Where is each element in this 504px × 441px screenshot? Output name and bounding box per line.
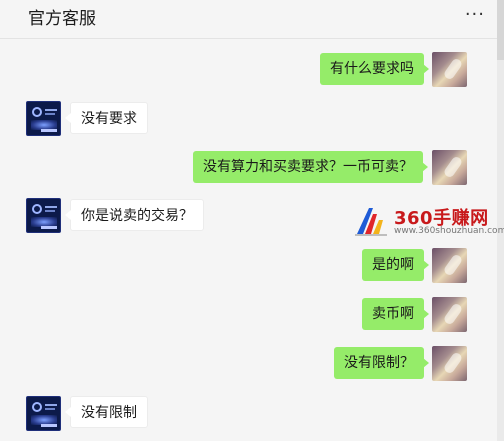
self-avatar[interactable] xyxy=(432,346,467,381)
message-bubble-self[interactable]: 没有限制？ xyxy=(334,347,429,379)
message-bubble-other[interactable]: 没有要求 xyxy=(65,102,148,134)
watermark: 360手赚网 www.360shouzhuan.com xyxy=(353,204,504,238)
self-avatar[interactable] xyxy=(432,52,467,87)
message-bubble-self[interactable]: 没有算力和买卖要求？一币可卖？ xyxy=(193,151,428,183)
scrollbar-thumb[interactable] xyxy=(497,0,504,60)
self-avatar[interactable] xyxy=(432,297,467,332)
message-bubble-self[interactable]: 卖币啊 xyxy=(362,298,429,330)
more-options-icon[interactable]: ··· xyxy=(465,4,485,25)
self-avatar[interactable] xyxy=(432,150,467,185)
self-avatar[interactable] xyxy=(432,248,467,283)
watermark-url: www.360shouzhuan.com xyxy=(394,226,504,236)
message-bubble-self[interactable]: 有什么要求吗 xyxy=(320,53,429,85)
chat-header: 官方客服 ··· xyxy=(0,0,497,39)
chat-title: 官方客服 xyxy=(28,9,96,29)
message-bubble-self[interactable]: 是的啊 xyxy=(362,249,429,281)
message-bubble-other[interactable]: 没有限制 xyxy=(65,396,148,428)
message-bubble-other[interactable]: 你是说卖的交易？ xyxy=(65,199,204,231)
service-avatar[interactable] xyxy=(26,198,61,233)
service-avatar[interactable] xyxy=(26,396,61,431)
service-avatar[interactable] xyxy=(26,101,61,136)
watermark-logo-icon xyxy=(355,208,387,236)
